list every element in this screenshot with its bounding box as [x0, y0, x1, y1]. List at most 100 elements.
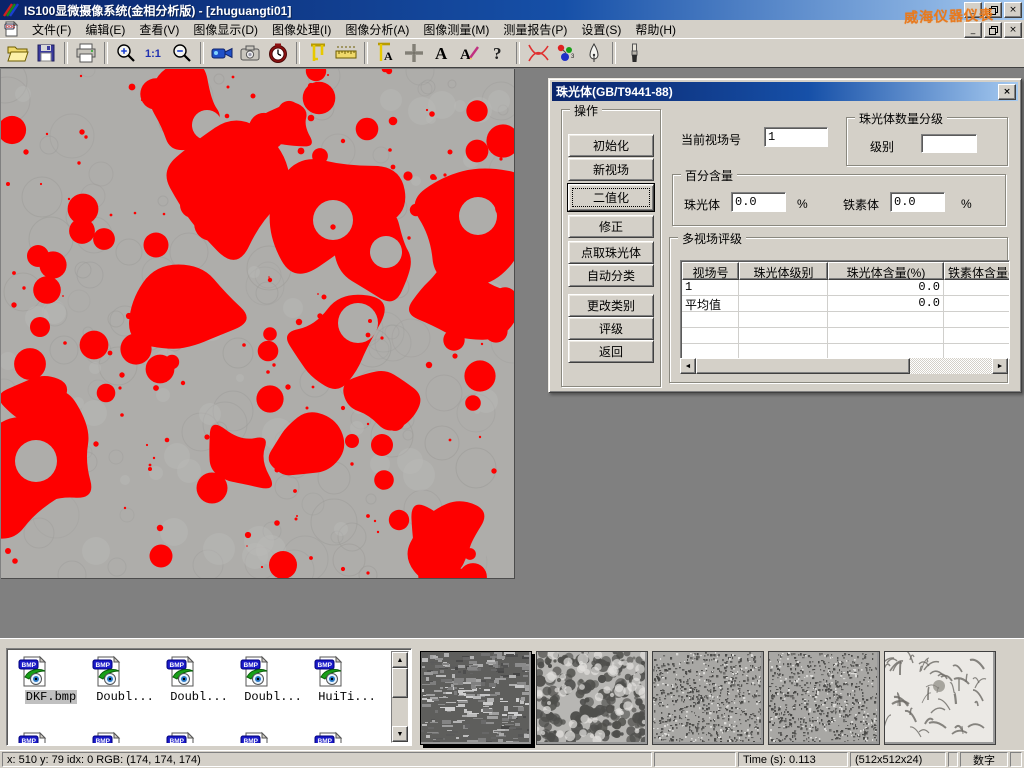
zoom-in-button[interactable]	[113, 41, 139, 65]
file-item-partial[interactable]: BMP	[311, 731, 383, 743]
op-button-label: 返回	[599, 343, 623, 360]
picker-pen-button[interactable]	[581, 41, 607, 65]
file-item[interactable]: BMPDoubl...	[237, 655, 309, 704]
percent-group: 百分含量 珠光体 % 铁素体 %	[672, 174, 1006, 226]
menu-item-6[interactable]: 图像分析(A)	[338, 22, 416, 38]
menu-item-7[interactable]: 图像测量(M)	[416, 22, 496, 38]
zoom-out-button[interactable]	[169, 41, 195, 65]
menu-item-2[interactable]: 编辑(E)	[78, 22, 132, 38]
close-button[interactable]: ×	[1004, 2, 1022, 18]
open-file-button[interactable]	[5, 41, 31, 65]
menu-item-3[interactable]: 查看(V)	[132, 22, 186, 38]
op-button-3[interactable]: 二值化	[568, 184, 654, 211]
op-button-6[interactable]: 自动分类	[568, 264, 654, 287]
menu-item-8[interactable]: 测量报告(P)	[496, 22, 574, 38]
text-button[interactable]: A	[429, 41, 455, 65]
op-button-4[interactable]: 修正	[568, 215, 654, 238]
child-close-button[interactable]: ×	[1004, 22, 1022, 38]
table-row[interactable]	[682, 312, 1010, 328]
table-header-cell[interactable]: 视场号	[682, 262, 739, 280]
svg-text:?: ?	[493, 44, 502, 63]
table-row[interactable]: 10.0	[682, 280, 1010, 296]
table-row[interactable]	[682, 328, 1010, 344]
table-header-cell[interactable]: 珠光体含量(%)	[828, 262, 944, 280]
file-item-partial[interactable]: BMP	[237, 731, 309, 743]
ruler-button[interactable]	[333, 41, 359, 65]
thumbnail-1[interactable]	[420, 651, 532, 745]
status-image-size: (512x512x24)	[850, 752, 946, 767]
op-button-5[interactable]: 点取珠光体	[568, 241, 654, 264]
file-item[interactable]: BMPDKF.bmp	[15, 655, 87, 704]
camera-button[interactable]	[237, 41, 263, 65]
file-item[interactable]: BMPDoubl...	[163, 655, 235, 704]
table-cell	[828, 312, 944, 328]
menu-item-1[interactable]: 文件(F)	[25, 22, 78, 38]
toolbar-separator	[104, 42, 108, 64]
op-button-2[interactable]: 新视场	[568, 158, 654, 181]
op-button-9[interactable]: 返回	[568, 340, 654, 363]
text-edit-button[interactable]: A	[457, 41, 483, 65]
measure-text-button[interactable]: A	[373, 41, 399, 65]
rating-table[interactable]: 视场号珠光体级别珠光体含量(%)铁素体含量(%)10.0平均值0.0	[680, 260, 1010, 359]
table-cell	[739, 328, 828, 344]
text-icon: A	[430, 42, 454, 64]
micrograph-image[interactable]	[1, 69, 515, 579]
grade-input[interactable]	[921, 134, 977, 153]
vscroll-thumb[interactable]	[392, 668, 408, 698]
grade-group: 珠光体数量分级 级别	[846, 117, 1008, 166]
thumbnail-3[interactable]	[652, 651, 764, 745]
paint-brush-button[interactable]	[621, 41, 647, 65]
curve-cut-button[interactable]	[525, 41, 551, 65]
bmp-file-icon: BMP	[15, 655, 87, 689]
ferrite-input[interactable]	[890, 192, 945, 212]
caliper-button[interactable]	[305, 41, 331, 65]
pearlite-input[interactable]	[731, 192, 786, 212]
scroll-down-button[interactable]: ▼	[392, 726, 408, 742]
save-button[interactable]	[33, 41, 59, 65]
menu-item-4[interactable]: 图像显示(D)	[186, 22, 265, 38]
table-row[interactable]	[682, 344, 1010, 359]
bmp-file-icon: BMP	[89, 655, 161, 689]
op-button-7[interactable]: 更改类别	[568, 294, 654, 317]
table-cell	[682, 344, 739, 359]
move-cross-icon	[402, 42, 426, 64]
current-field-input[interactable]	[764, 127, 828, 147]
bmp-file-icon: BMP	[163, 731, 235, 743]
actual-size-button[interactable]: 1:1	[141, 41, 167, 65]
table-header-cell[interactable]: 铁素体含量(%)	[944, 262, 1010, 280]
scroll-up-button[interactable]: ▲	[392, 652, 408, 668]
scroll-right-button[interactable]: ►	[992, 358, 1008, 374]
file-item-partial[interactable]: BMP	[15, 731, 87, 743]
thumbnail-2[interactable]	[536, 651, 648, 745]
op-button-label: 点取珠光体	[581, 244, 641, 261]
table-hscrollbar[interactable]: ◄ ►	[680, 358, 1008, 374]
vendor-watermark: 威海仪器仪表	[904, 4, 995, 27]
file-item[interactable]: BMPDoubl...	[89, 655, 161, 704]
file-item-partial[interactable]: BMP	[163, 731, 235, 743]
menu-item-5[interactable]: 图像处理(I)	[265, 22, 338, 38]
hscroll-thumb[interactable]	[696, 358, 910, 374]
scroll-left-button[interactable]: ◄	[680, 358, 696, 374]
menu-item-10[interactable]: 帮助(H)	[628, 22, 683, 38]
menu-item-9[interactable]: 设置(S)	[574, 22, 628, 38]
file-name: Doubl...	[243, 690, 303, 704]
video-camera-button[interactable]	[209, 41, 235, 65]
file-item[interactable]: BMPHuiTi...	[311, 655, 383, 704]
file-vscrollbar[interactable]: ▲ ▼	[391, 651, 409, 743]
print-button[interactable]	[73, 41, 99, 65]
table-header-cell[interactable]: 珠光体级别	[739, 262, 828, 280]
context-help-button[interactable]: ?	[485, 41, 511, 65]
thumbnail-4[interactable]	[768, 651, 880, 745]
op-button-label: 评级	[599, 320, 623, 337]
timer-button[interactable]	[265, 41, 291, 65]
op-button-1[interactable]: 初始化	[568, 134, 654, 157]
op-button-8[interactable]: 评级	[568, 317, 654, 340]
thumbnail-5[interactable]	[884, 651, 996, 745]
svg-text:3: 3	[571, 54, 575, 60]
table-row[interactable]: 平均值0.0	[682, 296, 1010, 312]
pearlite-dialog: 珠光体(GB/T9441-88) × 操作 初始化新视场二值化修正点取珠光体自动…	[548, 78, 1022, 393]
file-item-partial[interactable]: BMP	[89, 731, 161, 743]
dialog-close-button[interactable]: ×	[998, 84, 1016, 100]
classify-balls-button[interactable]: 3	[553, 41, 579, 65]
move-cross-button[interactable]	[401, 41, 427, 65]
